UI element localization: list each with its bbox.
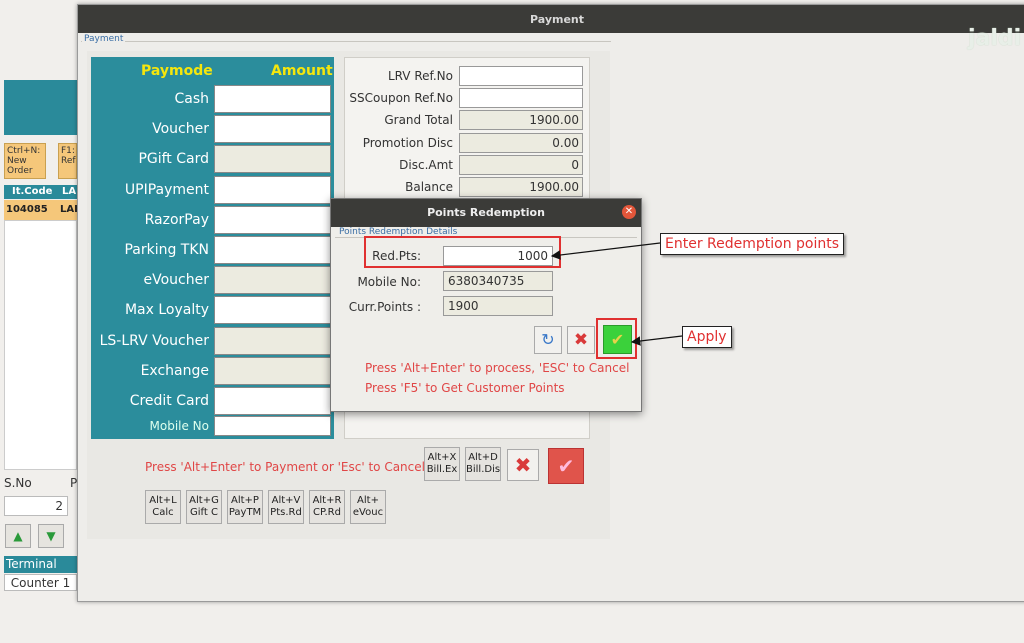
callout-enter-points: Enter Redemption points bbox=[660, 233, 845, 255]
arrow-apply bbox=[630, 335, 683, 346]
annotation-arrows bbox=[550, 242, 683, 346]
arrow-enter-points bbox=[550, 242, 661, 260]
callout-apply: Apply bbox=[682, 326, 732, 348]
